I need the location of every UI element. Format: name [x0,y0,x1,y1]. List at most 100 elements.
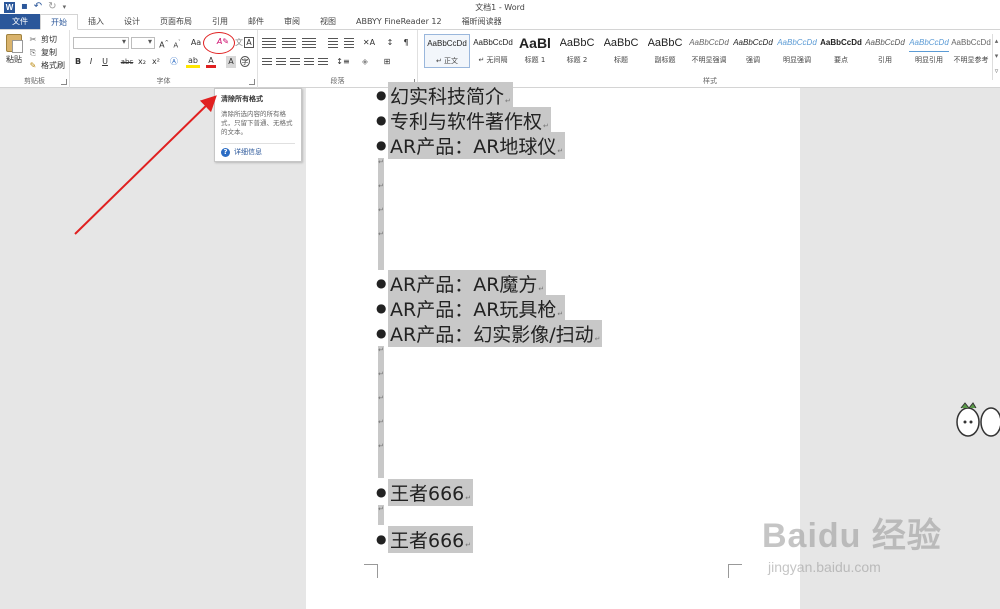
styles-group: AaBbCcDd ↵ 正文 AaBbCcDd ↵ 无间隔 AaBl 标题 1 A… [420,30,1000,88]
list-item[interactable]: ● 王者666 [376,525,474,553]
list-item[interactable]: ● AR产品：AR魔方 [376,269,547,297]
font-size-combo[interactable] [131,37,155,49]
shading-button[interactable]: ◈ [358,56,372,68]
tab-foxit[interactable]: 福昕阅读器 [452,14,512,29]
style-heading-1[interactable]: AaBl 标题 1 [512,34,558,68]
list-item[interactable]: ● AR产品：幻实影像/扫动 [376,319,603,347]
multilevel-list-icon[interactable] [302,38,316,48]
save-icon[interactable]: ▪ [21,2,28,12]
style-subtitle[interactable]: AaBbC 副标题 [642,34,688,68]
window-title: 文档1 - Word [475,3,525,12]
paste-button[interactable]: 粘贴 [4,34,24,74]
tab-mailings[interactable]: 邮件 [238,14,274,29]
align-left-icon[interactable] [262,58,272,67]
chinese-layout-button[interactable]: ✕A [362,37,376,49]
style-subtle-emphasis[interactable]: AaBbCcDd 不明显强调 [686,34,732,68]
char-shading-button[interactable]: A [226,56,236,68]
style-normal[interactable]: AaBbCcDd ↵ 正文 [424,34,470,68]
change-case-button[interactable]: Aa [188,37,204,49]
styles-scroll[interactable]: ▴ ▾ ▿ [992,34,1000,80]
format-painter-button[interactable]: ✎ 格式刷 [28,60,65,71]
bullet-icon: ● [376,276,387,290]
cut-button[interactable]: ✂ 剪切 [28,34,57,45]
document-page[interactable]: ● 幻实科技简介 ● 专利与软件著作权 ● AR产品：AR地球仪 ↵↵↵↵ ● … [306,81,800,609]
bullets-icon[interactable] [262,38,276,48]
scissors-icon: ✂ [29,35,37,44]
list-item[interactable]: ● 王者666 [376,478,474,506]
superscript-button[interactable]: x² [150,56,162,68]
customize-qa-icon[interactable]: ▾ [63,2,67,12]
style-name: 明显引用 [915,56,943,64]
show-marks-button[interactable]: ¶ [400,37,412,49]
enclose-chars-button[interactable]: 字 [240,56,250,67]
style-name: 标题 [614,56,628,64]
empty-paragraph: ↵ [378,505,384,525]
tab-abbyy[interactable]: ABBYY FineReader 12 [346,14,452,29]
tab-references[interactable]: 引用 [202,14,238,29]
style-intense-quote[interactable]: AaBbCcDd 明显引用 [906,34,952,68]
style-intense-emphasis[interactable]: AaBbCcDd 明显强调 [774,34,820,68]
style-name: 不明显强调 [691,56,727,64]
tab-home[interactable]: 开始 [40,14,78,30]
bold-button[interactable]: B [73,56,83,68]
font-launcher[interactable] [249,79,255,85]
list-item[interactable]: ● AR产品：AR玩具枪 [376,294,566,322]
strikethrough-button[interactable]: abc [120,56,134,68]
brush-icon: ✎ [29,61,37,70]
bullet-icon: ● [376,532,387,546]
undo-icon[interactable]: ↶ [34,2,42,12]
style-name: 要点 [834,56,848,64]
paragraph-group: ✕A ↕ ¶ ↕≡ ◈ ⊞ 段落 [258,30,418,88]
tab-view[interactable]: 视图 [310,14,346,29]
style-heading-2[interactable]: AaBbC 标题 2 [554,34,600,68]
tab-file[interactable]: 文件 [0,14,40,29]
shrink-font-button[interactable]: Aˇ [172,37,182,49]
style-emphasis[interactable]: AaBbCcDd 强调 [730,34,776,68]
crop-mark-left [364,564,378,578]
numbering-icon[interactable] [282,38,296,48]
sort-button[interactable]: ↕ [384,37,396,49]
align-right-icon[interactable] [290,58,300,67]
clipboard-group-label: 剪贴板 [24,77,45,85]
tab-review[interactable]: 审阅 [274,14,310,29]
text-effects-button[interactable]: Ⓐ [168,56,180,68]
char-border-button[interactable]: A [244,37,254,48]
italic-button[interactable]: I [86,56,96,68]
underline-button[interactable]: U [100,56,110,68]
font-name-combo[interactable] [73,37,129,49]
style-preview: AaBbC [647,37,683,49]
style-title[interactable]: AaBbC 标题 [598,34,644,68]
subscript-button[interactable]: x₂ [136,56,148,68]
phonetic-guide-button[interactable]: 文 [234,37,244,49]
style-strong[interactable]: AaBbCcDd 要点 [818,34,864,68]
style-name: 标题 2 [566,56,588,64]
style-no-spacing[interactable]: AaBbCcDd ↵ 无间隔 [470,34,516,68]
tab-page-layout[interactable]: 页面布局 [150,14,202,29]
distributed-icon[interactable] [318,58,328,67]
style-quote[interactable]: AaBbCcDd 引用 [862,34,908,68]
tooltip-more-info-link[interactable]: ? 详细信息 [221,147,295,157]
tab-insert[interactable]: 插入 [78,14,114,29]
list-item[interactable]: ● 专利与软件著作权 [376,106,551,134]
increase-indent-icon[interactable] [344,38,354,48]
grow-font-button[interactable]: A^ [159,37,169,50]
tab-design[interactable]: 设计 [114,14,150,29]
clipboard-launcher[interactable] [61,79,67,85]
highlight-color-button[interactable]: ab [186,56,200,68]
redo-icon[interactable]: ↻ [48,2,56,12]
style-preview: AaBbCcDd [473,38,513,47]
borders-button[interactable]: ⊞ [380,56,394,68]
line-spacing-button[interactable]: ↕≡ [336,56,350,68]
list-item[interactable]: ● AR产品：AR地球仪 [376,131,566,159]
list-item-text: AR产品：AR魔方 [388,269,547,297]
word-logo-icon: W [4,1,15,13]
style-subtle-reference[interactable]: AaBbCcDd 不明显参考 [948,34,994,68]
paste-label: 粘贴 [6,55,22,64]
copy-button[interactable]: ⎘ 复制 [28,47,57,58]
decrease-indent-icon[interactable] [328,38,338,48]
align-center-icon[interactable] [276,58,286,67]
list-item[interactable]: ● 幻实科技简介 [376,81,513,109]
justify-icon[interactable] [304,58,314,67]
font-color-button[interactable]: A [206,56,216,68]
annotation-circle [203,32,235,54]
